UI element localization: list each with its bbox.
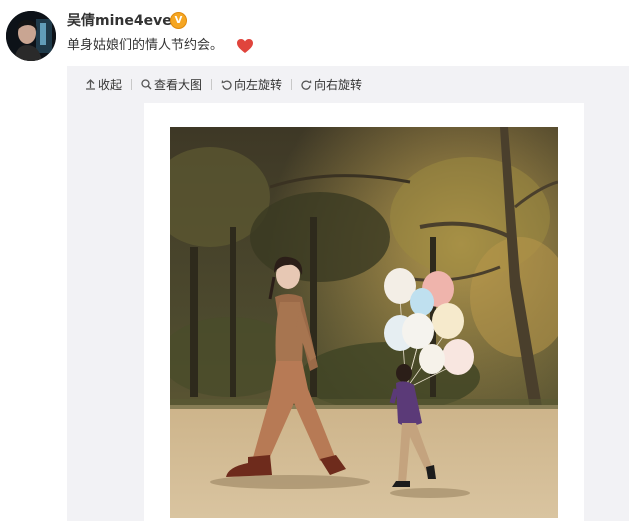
collapse-label: 收起	[98, 77, 123, 92]
rotate-left-button[interactable]: 向左旋转	[221, 76, 282, 93]
rotate-right-label: 向右旋转	[314, 77, 363, 92]
collapse-icon	[86, 78, 95, 90]
rotate-right-icon	[301, 79, 312, 90]
image-toolbar: 收起 查看大图 向左旋转 向右旋转	[85, 74, 362, 94]
search-icon	[141, 78, 152, 89]
rotate-right-button[interactable]: 向右旋转	[301, 76, 362, 93]
collapse-button[interactable]: 收起	[85, 76, 122, 93]
rotate-left-icon	[221, 79, 232, 90]
toolbar-divider	[291, 78, 293, 90]
toolbar-divider	[211, 78, 213, 90]
heart-icon	[237, 39, 253, 53]
rotate-left-label: 向左旋转	[234, 77, 283, 92]
avatar[interactable]	[6, 11, 56, 61]
post-text: 单身姑娘们的情人节约会。	[67, 38, 224, 53]
view-large-button[interactable]: 查看大图	[141, 76, 202, 93]
username[interactable]: 吴倩mine4ever	[67, 12, 179, 30]
media-panel: 收起 查看大图 向左旋转 向右旋转	[67, 66, 629, 521]
toolbar-divider	[131, 78, 133, 90]
image-frame	[144, 103, 584, 521]
verified-badge-icon: V	[170, 12, 187, 29]
view-large-label: 查看大图	[154, 77, 203, 92]
post-photo[interactable]	[170, 127, 558, 518]
